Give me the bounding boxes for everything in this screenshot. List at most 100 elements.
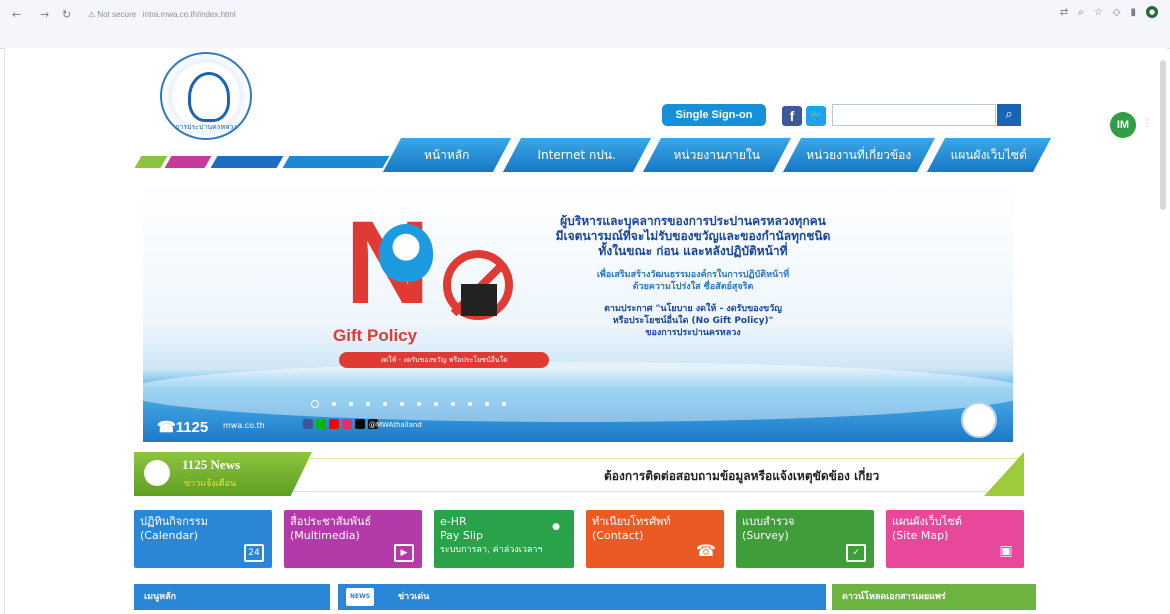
logo-emblem-icon bbox=[188, 72, 230, 122]
highlight-news-header[interactable]: NEWS ข่าวเด่น bbox=[338, 584, 826, 610]
nav-stripe-blue bbox=[210, 156, 284, 168]
nav-stripe-pink bbox=[164, 156, 212, 168]
more-dots-icon[interactable]: ⋮ bbox=[1142, 118, 1152, 129]
hotline-number: ☎1125 bbox=[157, 419, 209, 436]
tile-multimedia[interactable]: สื่อประชาสัมพันธ์ (Multimedia) ▶ bbox=[284, 510, 422, 568]
gift-policy-title: Gift Policy bbox=[333, 326, 418, 345]
banner-sub-line: เพื่อเสริมสร้างวัฒนธรรมองค์กรในการปฏิบัต… bbox=[596, 270, 790, 280]
banner-note-line: ของการประปานครหลวง bbox=[645, 328, 741, 338]
main-menu-header[interactable]: เมนูหลัก bbox=[134, 584, 330, 610]
logo-text: การประปานครหลวง bbox=[175, 123, 237, 131]
banner-message: ผู้บริหารและบุคลากรของการประปานครหลวงทุก… bbox=[513, 214, 873, 339]
tab-internal-units-label: หน่วยงานภายใน bbox=[673, 148, 760, 162]
hero-banner[interactable]: N Gift Policy งดให้ - งดรับของขวัญ หรือป… bbox=[143, 180, 1013, 442]
facebook-small-icon[interactable] bbox=[303, 419, 313, 429]
url-status: Not secure bbox=[97, 10, 137, 19]
banner-note-line: หรือประโยชน์อื่นใด (No Gift Policy)" bbox=[612, 316, 774, 326]
tile-contact[interactable]: ทำเนียบโทรศัพท์ (Contact) ☎ bbox=[586, 510, 724, 568]
reload-icon[interactable]: ↻ bbox=[62, 8, 71, 21]
nav-stripe-green bbox=[134, 156, 168, 168]
browser-toolbar: ← → ↻ ⚠ Not secure intra.mwa.co.th/index… bbox=[0, 0, 1170, 49]
checkbox-icon: ✓ bbox=[846, 544, 866, 562]
download-label: ดาวน์โหลดเอกสารเผยแพร่ bbox=[842, 592, 946, 602]
tile-survey[interactable]: แบบสำรวจ (Survey) ✓ bbox=[736, 510, 874, 568]
tab-internet[interactable]: Internet กปน. bbox=[502, 138, 652, 172]
tab-sitemap[interactable]: แผนผังเว็บไซต์ bbox=[926, 138, 1052, 172]
tile-survey-title: แบบสำรวจ bbox=[742, 515, 795, 528]
tile-contact-title: ทำเนียบโทรศัพท์ bbox=[592, 515, 671, 528]
carousel-dot[interactable] bbox=[383, 402, 387, 406]
tile-ehr[interactable]: e-HR Pay Slip ระบบการลา, ค่าล่วงเวลาฯ ● bbox=[434, 510, 574, 568]
extension-badge-icon[interactable]: IM bbox=[1110, 112, 1136, 138]
zoom-icon[interactable]: ⌕ bbox=[1078, 7, 1084, 18]
profile-avatar[interactable]: ● bbox=[1146, 6, 1158, 18]
url-text: intra.mwa.co.th/index.html bbox=[142, 10, 236, 19]
tab-internal-units[interactable]: หน่วยงานภายใน bbox=[642, 138, 792, 172]
mwa-seal-icon bbox=[961, 402, 997, 438]
banner-note-line: ตามประกาศ "นโยบาย งดให้ - งดรับของขวัญ bbox=[604, 304, 782, 314]
tile-multimedia-title: สื่อประชาสัมพันธ์ bbox=[290, 515, 372, 528]
website-label: mwa.co.th bbox=[223, 421, 265, 430]
single-sign-on-button[interactable]: Single Sign-on bbox=[662, 104, 766, 126]
youtube-icon[interactable] bbox=[329, 419, 339, 429]
scrollbar[interactable] bbox=[1160, 60, 1166, 210]
banner-main-line: ทั้งในขณะ ก่อน และหลังปฏิบัติหน้าที่ bbox=[598, 244, 788, 258]
video-icon: ▶ bbox=[394, 544, 414, 562]
banner-footer: ☎1125 mwa.co.th @MWAthailand bbox=[143, 410, 1013, 442]
back-icon[interactable]: ← bbox=[12, 8, 21, 21]
tab-home[interactable]: หน้าหลัก bbox=[382, 138, 512, 172]
banner-sub-line: ด้วยความโปร่งใส ซื่อสัตย์สุจริต bbox=[632, 282, 754, 292]
tile-calendar[interactable]: ปฏิทินกิจกรรม (Calendar) 24 bbox=[134, 510, 272, 568]
news-message: ต้องการติดต่อสอบถามข้อมูลหรือแจ้งเหตุขัด… bbox=[604, 469, 880, 483]
star-icon[interactable]: ☆ bbox=[1094, 7, 1103, 18]
carousel-dot[interactable] bbox=[332, 402, 336, 406]
social-icons bbox=[303, 419, 378, 429]
news-header: 1125 News ข่าวแจ้งเตือน bbox=[134, 452, 312, 496]
gift-box-icon bbox=[461, 284, 497, 316]
tile-calendar-sub: (Calendar) bbox=[140, 529, 199, 542]
sitemap-icon: ▣ bbox=[999, 543, 1013, 559]
hotline-value: 1125 bbox=[175, 419, 209, 436]
news-icon: NEWS bbox=[346, 588, 374, 606]
address-bar[interactable]: ⚠ Not secure intra.mwa.co.th/index.html bbox=[88, 10, 236, 19]
carousel-dot[interactable] bbox=[451, 402, 455, 406]
download-header[interactable]: ดาวน์โหลดเอกสารเผยแพร่ bbox=[832, 584, 1036, 610]
news-bar: ต้องการติดต่อสอบถามข้อมูลหรือแจ้งเหตุขัด… bbox=[284, 458, 1024, 492]
tab-related-units-label: หน่วยงานที่เกี่ยวข้อง bbox=[806, 148, 912, 162]
instagram-icon[interactable] bbox=[342, 419, 352, 429]
carousel-dot[interactable] bbox=[434, 402, 438, 406]
carousel-dot[interactable] bbox=[311, 400, 319, 408]
sidebar-icon[interactable]: ▮ bbox=[1130, 7, 1136, 18]
twitter-icon[interactable]: 🐦 bbox=[806, 106, 826, 126]
news-mascot-icon bbox=[144, 460, 170, 486]
search-icon: ⌕ bbox=[1005, 107, 1013, 122]
carousel-dot[interactable] bbox=[485, 402, 489, 406]
tab-related-units[interactable]: หน่วยงานที่เกี่ยวข้อง bbox=[782, 138, 936, 172]
main-menu-label: เมนูหลัก bbox=[144, 592, 177, 602]
user-icon: ● bbox=[552, 522, 560, 532]
search-input[interactable] bbox=[832, 104, 996, 126]
banner-main-line: ผู้บริหารและบุคลากรของการประปานครหลวงทุก… bbox=[560, 214, 826, 228]
carousel-dot[interactable] bbox=[468, 402, 472, 406]
carousel-dot[interactable] bbox=[349, 402, 353, 406]
line-icon[interactable] bbox=[316, 419, 326, 429]
search-button[interactable]: ⌕ bbox=[997, 104, 1021, 126]
translate-icon[interactable]: ⇄ bbox=[1060, 7, 1068, 18]
carousel-dot[interactable] bbox=[400, 402, 404, 406]
news-ticker[interactable]: ต้องการติดต่อสอบถามข้อมูลหรือแจ้งเหตุขัด… bbox=[134, 452, 1024, 496]
tab-internet-label: Internet กปน. bbox=[537, 148, 616, 162]
carousel-dot[interactable] bbox=[502, 402, 506, 406]
browser-actions: ⇄ ⌕ ☆ ◇ ▮ ● bbox=[1060, 6, 1158, 18]
facebook-icon[interactable]: f bbox=[782, 106, 802, 126]
banner-main-line: มีเจตนารมณ์ที่จะไม่รับของขวัญและของกำนัล… bbox=[555, 229, 831, 243]
extensions-icon[interactable]: ◇ bbox=[1113, 7, 1121, 18]
phone-icon: ☎ bbox=[696, 541, 716, 560]
mwa-logo[interactable]: การประปานครหลวง bbox=[160, 52, 252, 140]
tile-sitemap[interactable]: แผนผังเว็บไซต์ (Site Map) ▣ bbox=[886, 510, 1024, 568]
carousel-dot[interactable] bbox=[366, 402, 370, 406]
water-drop-mascot-icon bbox=[379, 224, 433, 282]
main-nav: หน้าหลัก Internet กปน. หน่วยงานภายใน หน่… bbox=[130, 138, 1052, 172]
forward-icon[interactable]: → bbox=[40, 8, 49, 21]
carousel-dot[interactable] bbox=[417, 402, 421, 406]
x-icon[interactable] bbox=[355, 419, 365, 429]
